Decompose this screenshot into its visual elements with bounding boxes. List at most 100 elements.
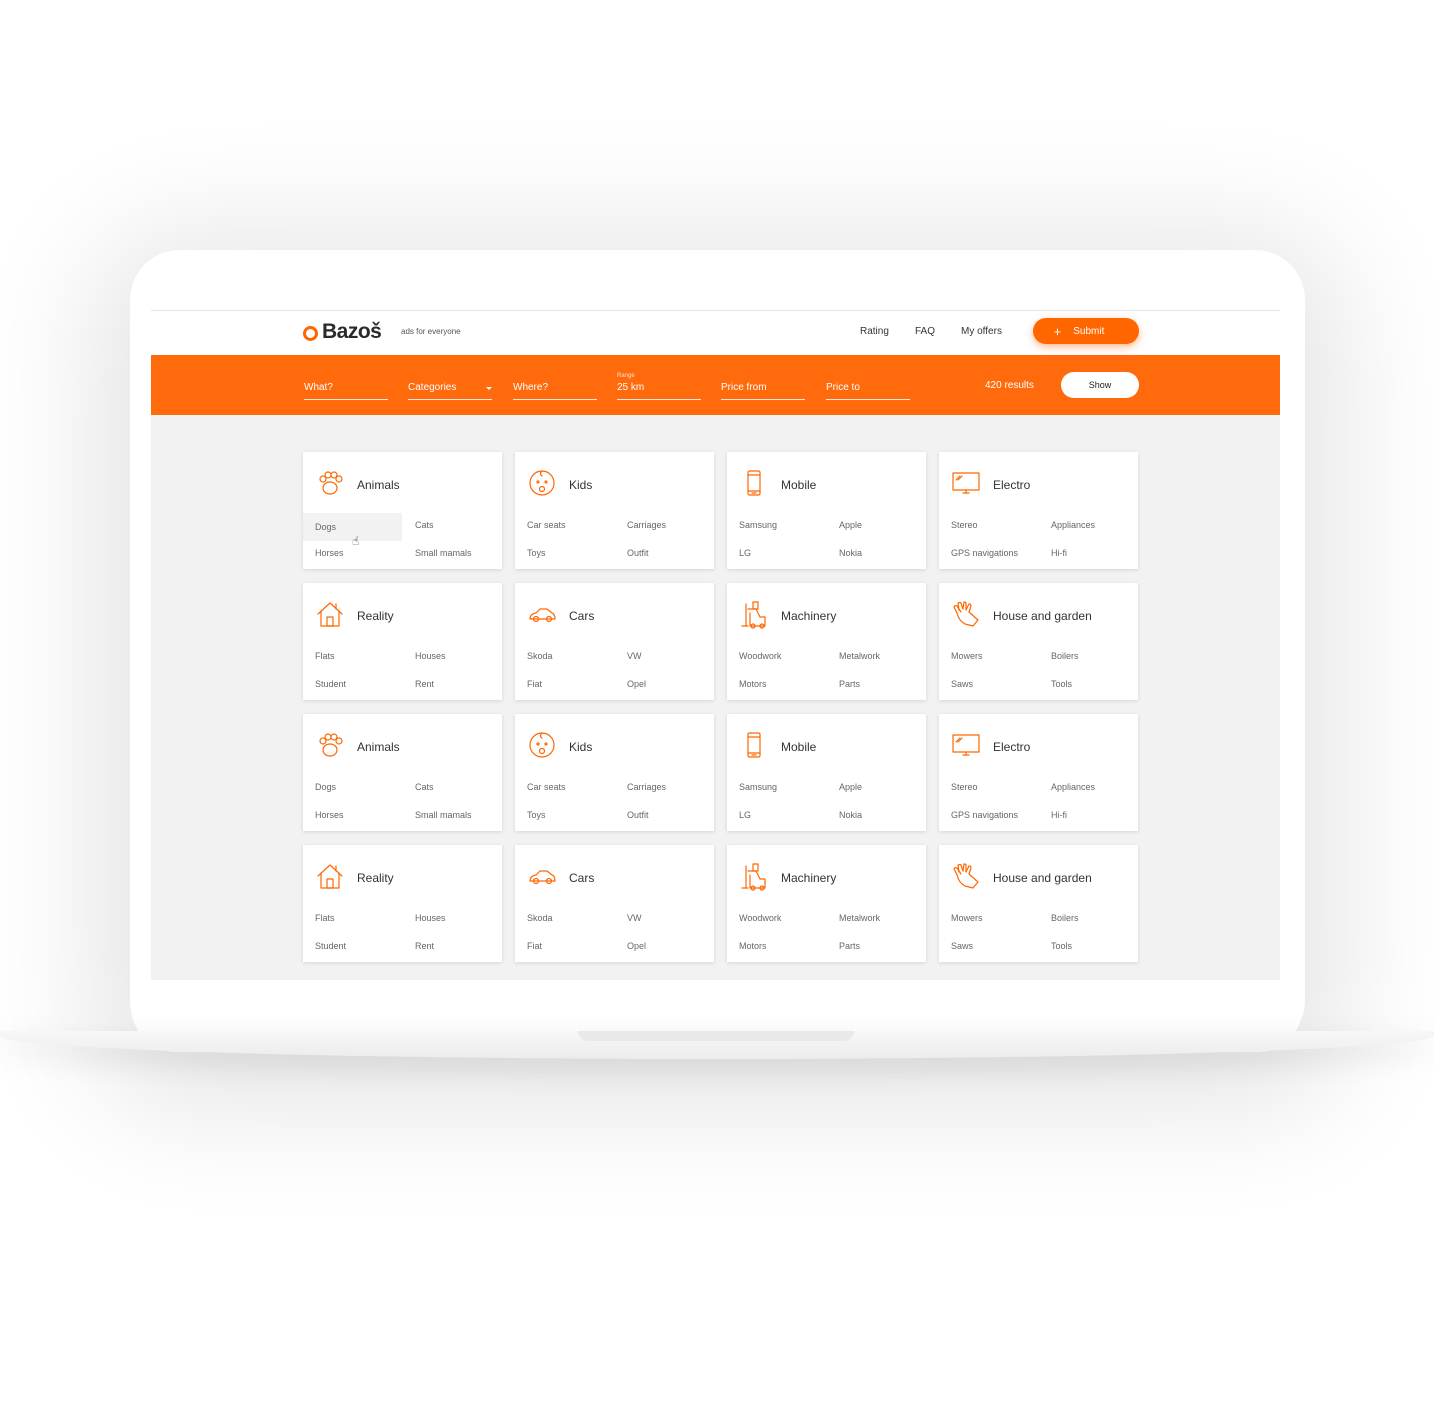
subcategory-link[interactable]: Apple: [839, 520, 862, 530]
subcategory-link[interactable]: Parts: [839, 941, 860, 951]
subcategory-link[interactable]: Motors: [739, 679, 767, 689]
subcategory-link[interactable]: Hi-fi: [1051, 810, 1067, 820]
subcategory-link[interactable]: Tools: [1051, 941, 1072, 951]
subcategory-link[interactable]: Mowers: [951, 651, 983, 661]
categories-select[interactable]: Categories: [408, 371, 492, 400]
subcategory-link[interactable]: Metalwork: [839, 913, 880, 923]
subcategory-link[interactable]: Nokia: [839, 548, 862, 558]
category-card[interactable]: Machinery Woodwork Metalwork Motors Parts: [727, 583, 926, 700]
subcategory-link[interactable]: Toys: [527, 548, 546, 558]
category-card[interactable]: Kids Car seats Carriages Toys Outfit: [515, 452, 714, 569]
subcategory-link[interactable]: Student: [315, 679, 346, 689]
category-title[interactable]: House and garden: [993, 871, 1092, 885]
subcategory-link[interactable]: Appliances: [1051, 520, 1095, 530]
category-card[interactable]: House and garden Mowers Boilers Saws Tools: [939, 583, 1138, 700]
category-title[interactable]: Animals: [357, 740, 400, 754]
subcategory-link[interactable]: Opel: [627, 941, 646, 951]
subcategory-link[interactable]: Apple: [839, 782, 862, 792]
category-title[interactable]: Kids: [569, 478, 592, 492]
subcategory-link[interactable]: Outfit: [627, 810, 649, 820]
subcategory-link[interactable]: Woodwork: [739, 913, 781, 923]
category-title[interactable]: Kids: [569, 740, 592, 754]
subcategory-link[interactable]: Student: [315, 941, 346, 951]
category-title[interactable]: Electro: [993, 740, 1030, 754]
category-title[interactable]: Machinery: [781, 609, 836, 623]
subcategory-link[interactable]: GPS navigations: [951, 810, 1018, 820]
category-card[interactable]: House and garden Mowers Boilers Saws Tools: [939, 845, 1138, 962]
subcategory-link[interactable]: Opel: [627, 679, 646, 689]
subcategory-link[interactable]: Cats: [415, 782, 434, 792]
subcategory-link[interactable]: Rent: [415, 941, 434, 951]
subcategory-link[interactable]: Horses: [315, 810, 344, 820]
subcategory-link[interactable]: Houses: [415, 651, 446, 661]
subcategory-link[interactable]: Toys: [527, 810, 546, 820]
subcategory-link[interactable]: Outfit: [627, 548, 649, 558]
category-title[interactable]: Mobile: [781, 478, 816, 492]
subcategory-link[interactable]: Car seats: [527, 520, 566, 530]
subcategory-link[interactable]: Appliances: [1051, 782, 1095, 792]
category-card[interactable]: Mobile Samsung Apple LG Nokia: [727, 452, 926, 569]
subcategory-link[interactable]: Nokia: [839, 810, 862, 820]
subcategory-link[interactable]: Skoda: [527, 913, 553, 923]
subcategory-link[interactable]: Car seats: [527, 782, 566, 792]
subcategory-link[interactable]: Boilers: [1051, 913, 1079, 923]
subcategory-link[interactable]: Small mamals: [415, 810, 472, 820]
show-button[interactable]: Show: [1061, 372, 1139, 398]
subcategory-link[interactable]: LG: [739, 810, 751, 820]
category-title[interactable]: Cars: [569, 871, 594, 885]
category-title[interactable]: House and garden: [993, 609, 1092, 623]
category-card[interactable]: Electro Stereo Appliances GPS navigations Hi…: [939, 714, 1138, 831]
price-to-input[interactable]: Price to: [826, 371, 910, 400]
category-card[interactable]: Reality Flats Houses Student Rent: [303, 845, 502, 962]
category-card[interactable]: Electro Stereo Appliances GPS navigations Hi…: [939, 452, 1138, 569]
subcategory-link[interactable]: GPS navigations: [951, 548, 1018, 558]
subcategory-link[interactable]: Samsung: [739, 782, 777, 792]
subcategory-link[interactable]: Tools: [1051, 679, 1072, 689]
subcategory-link[interactable]: Hi-fi: [1051, 548, 1067, 558]
subcategory-link[interactable]: Stereo: [951, 520, 978, 530]
subcategory-link[interactable]: Saws: [951, 679, 973, 689]
category-card[interactable]: Cars Skoda VW Fiat Opel: [515, 845, 714, 962]
category-card[interactable]: Machinery Woodwork Metalwork Motors Parts: [727, 845, 926, 962]
subcategory-link[interactable]: Woodwork: [739, 651, 781, 661]
where-input[interactable]: Where?: [513, 371, 597, 400]
nav-link-rating[interactable]: Rating: [860, 326, 889, 337]
range-input[interactable]: Range 25 km: [617, 371, 701, 400]
category-card[interactable]: Cars Skoda VW Fiat Opel: [515, 583, 714, 700]
subcategory-link[interactable]: LG: [739, 548, 751, 558]
subcategory-link[interactable]: Rent: [415, 679, 434, 689]
category-title[interactable]: Cars: [569, 609, 594, 623]
subcategory-link[interactable]: Stereo: [951, 782, 978, 792]
subcategory-link[interactable]: Flats: [315, 651, 335, 661]
subcategory-link[interactable]: Saws: [951, 941, 973, 951]
category-card[interactable]: Animals Dogs Cats Horses Small mamals: [303, 714, 502, 831]
category-card[interactable]: Animals Dogs Cats Horses Small mamals ☝: [303, 452, 502, 569]
subcategory-link[interactable]: Metalwork: [839, 651, 880, 661]
subcategory-link[interactable]: Motors: [739, 941, 767, 951]
nav-link-faq[interactable]: FAQ: [915, 326, 935, 337]
subcategory-link[interactable]: Small mamals: [415, 548, 472, 558]
category-title[interactable]: Machinery: [781, 871, 836, 885]
subcategory-link[interactable]: Dogs: [315, 782, 336, 792]
subcategory-link[interactable]: Fiat: [527, 941, 542, 951]
subcategory-link[interactable]: Parts: [839, 679, 860, 689]
category-title[interactable]: Mobile: [781, 740, 816, 754]
subcategory-link[interactable]: Samsung: [739, 520, 777, 530]
subcategory-link[interactable]: Fiat: [527, 679, 542, 689]
category-title[interactable]: Reality: [357, 609, 394, 623]
subcategory-link[interactable]: Boilers: [1051, 651, 1079, 661]
subcategory-link[interactable]: Mowers: [951, 913, 983, 923]
category-card[interactable]: Kids Car seats Carriages Toys Outfit: [515, 714, 714, 831]
nav-link-my-offers[interactable]: My offers: [961, 326, 1002, 337]
subcategory-link[interactable]: Flats: [315, 913, 335, 923]
subcategory-link[interactable]: VW: [627, 913, 642, 923]
subcategory-link[interactable]: Cats: [415, 520, 434, 530]
price-from-input[interactable]: Price from: [721, 371, 805, 400]
subcategory-link[interactable]: Carriages: [627, 520, 666, 530]
subcategory-link[interactable]: Horses: [315, 548, 344, 558]
logo[interactable]: Bazoš: [303, 319, 382, 345]
submit-button[interactable]: + Submit: [1033, 318, 1139, 344]
category-card[interactable]: Reality Flats Houses Student Rent: [303, 583, 502, 700]
category-title[interactable]: Reality: [357, 871, 394, 885]
subcategory-link[interactable]: Skoda: [527, 651, 553, 661]
